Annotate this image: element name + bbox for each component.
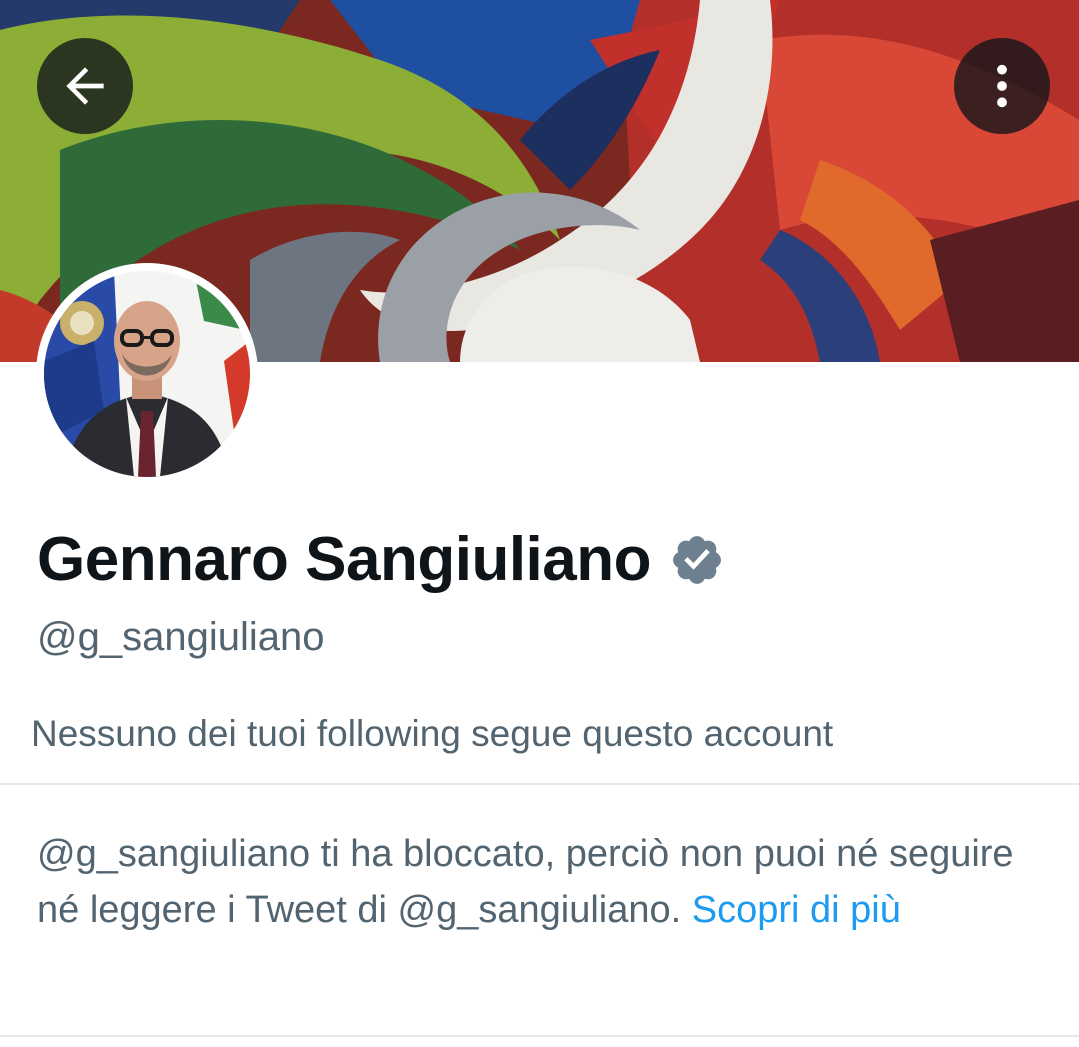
arrow-left-icon: [66, 67, 104, 105]
learn-more-link[interactable]: Scopri di più: [692, 889, 901, 931]
profile-avatar[interactable]: [36, 263, 258, 485]
profile-handle: @g_sangiuliano: [37, 615, 325, 659]
blocked-notice: @g_sangiuliano ti ha bloccato, perciò no…: [37, 826, 1047, 938]
verified-badge-icon[interactable]: [669, 532, 725, 588]
avatar-photo: [44, 271, 250, 477]
profile-name-row: Gennaro Sangiuliano: [37, 522, 725, 598]
display-name: Gennaro Sangiuliano: [37, 525, 652, 594]
divider: [0, 1035, 1079, 1037]
divider: [0, 783, 1079, 785]
more-options-button[interactable]: [954, 38, 1050, 134]
followers-you-know: Nessuno dei tuoi following segue questo …: [31, 713, 834, 754]
more-vertical-icon: [997, 64, 1007, 108]
back-button[interactable]: [37, 38, 133, 134]
